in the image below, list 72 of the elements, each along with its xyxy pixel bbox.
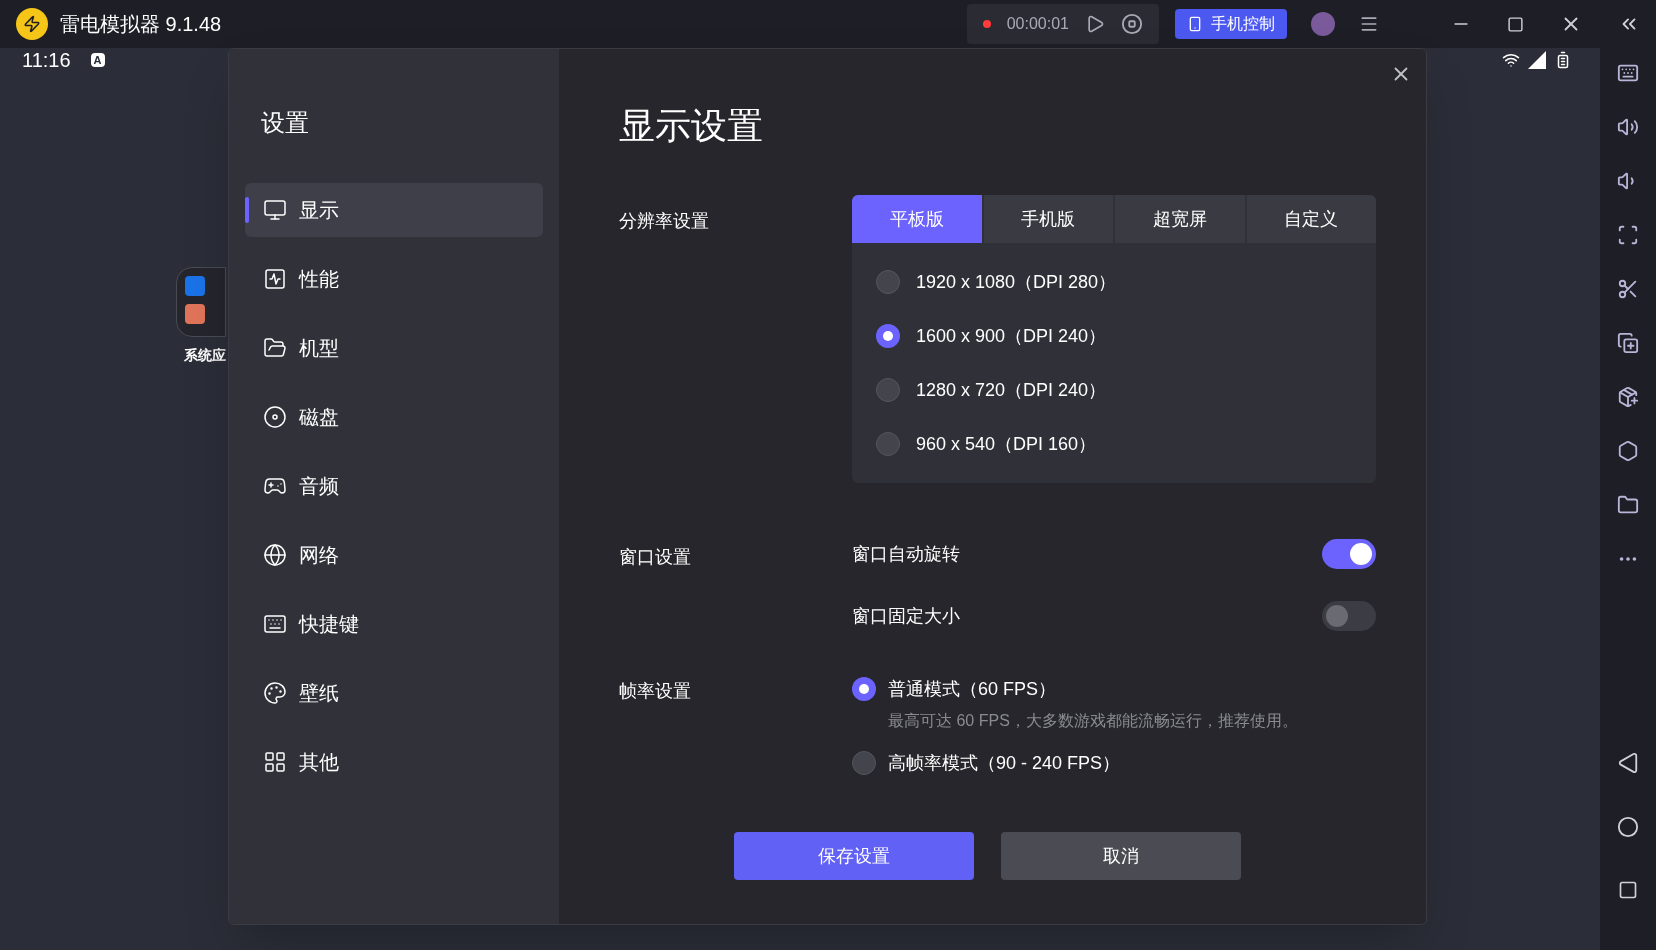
- resolution-option: 1920 x 1080（DPI 280）: [916, 268, 1117, 296]
- phone-icon: [1187, 16, 1203, 32]
- resolution-tab[interactable]: 超宽屏: [1115, 195, 1245, 243]
- status-time: 11:16: [22, 48, 71, 73]
- palette-icon: [263, 681, 287, 705]
- nav-item[interactable]: 显示: [245, 183, 543, 237]
- toggle-label: 窗口固定大小: [852, 605, 960, 628]
- recent-apps-icon[interactable]: [1618, 880, 1638, 900]
- monitor-icon: [263, 198, 287, 222]
- settings-title: 设置: [261, 108, 309, 138]
- nav-item[interactable]: 快捷键: [245, 597, 543, 651]
- logo-icon: [16, 8, 48, 40]
- input-indicator: A: [90, 53, 105, 67]
- radio-button[interactable]: [876, 432, 900, 456]
- nav-item[interactable]: 壁纸: [245, 666, 543, 720]
- keyboard-icon: [263, 612, 287, 636]
- speaker-loud-icon[interactable]: [1617, 116, 1639, 138]
- section-label: 帧率设置: [619, 680, 692, 703]
- scissors-icon[interactable]: [1617, 278, 1639, 300]
- radio-button[interactable]: [852, 751, 876, 775]
- resolution-tab[interactable]: 平板版: [852, 195, 982, 243]
- section-label: 窗口设置: [619, 546, 692, 569]
- toggle-label: 窗口自动旋转: [852, 543, 960, 566]
- menu-icon[interactable]: [1359, 14, 1379, 34]
- avatar[interactable]: [1311, 12, 1335, 36]
- cancel-button[interactable]: 取消: [1001, 832, 1241, 880]
- nav-item[interactable]: 机型: [245, 321, 543, 375]
- frame-icon[interactable]: [1617, 224, 1639, 246]
- add-window-icon[interactable]: [1617, 332, 1639, 354]
- stop-icon[interactable]: [1121, 13, 1143, 35]
- display-settings-title: 显示设置: [619, 104, 763, 148]
- activity-icon: [263, 267, 287, 291]
- nav-item[interactable]: 磁盘: [245, 390, 543, 444]
- resolution-option: 1600 x 900（DPI 240）: [916, 322, 1107, 350]
- nav-item[interactable]: 其他: [245, 735, 543, 789]
- folder-icon[interactable]: [1617, 494, 1639, 516]
- back-icon[interactable]: [1617, 752, 1639, 774]
- play-icon[interactable]: [1085, 14, 1105, 34]
- section-label: 分辨率设置: [619, 210, 710, 233]
- window-title: 雷电模拟器 9.1.48: [60, 12, 222, 37]
- frame-rate-option: 普通模式（60 FPS）: [888, 677, 1298, 701]
- app-folder[interactable]: [176, 267, 226, 337]
- wifi-icon: [1502, 51, 1520, 69]
- radio-button[interactable]: [852, 677, 876, 701]
- nav-item[interactable]: 网络: [245, 528, 543, 582]
- option-description: 最高可达 60 FPS，大多数游戏都能流畅运行，推荐使用。: [888, 711, 1298, 731]
- resolution-option: 960 x 540（DPI 160）: [916, 430, 1097, 458]
- radio-button[interactable]: [876, 378, 900, 402]
- keyboard-icon[interactable]: [1617, 62, 1639, 84]
- save-button[interactable]: 保存设置: [734, 832, 974, 880]
- recording-time: 00:00:01: [1006, 14, 1069, 34]
- toggle-switch[interactable]: [1322, 539, 1376, 569]
- disc-icon: [263, 405, 287, 429]
- folder-icon: [263, 336, 287, 360]
- frame-rate-option: 高帧率模式（90 - 240 FPS）: [888, 751, 1121, 775]
- nav-item[interactable]: 性能: [245, 252, 543, 306]
- nav-item[interactable]: 音频: [245, 459, 543, 513]
- home-icon[interactable]: [1617, 816, 1639, 838]
- toggle-switch[interactable]: [1322, 601, 1376, 631]
- phone-control-button[interactable]: 手机控制: [1175, 9, 1287, 39]
- maximize-icon[interactable]: [1507, 15, 1524, 33]
- folder-label: 系统应: [184, 346, 226, 365]
- hexagon-icon[interactable]: [1617, 440, 1639, 462]
- resolution-option: 1280 x 720（DPI 240）: [916, 376, 1107, 404]
- radio-button[interactable]: [876, 324, 900, 348]
- grid-icon: [263, 750, 287, 774]
- radio-button[interactable]: [876, 270, 900, 294]
- package-icon[interactable]: [1617, 386, 1639, 408]
- globe-icon: [263, 543, 287, 567]
- signal-icon: [1528, 51, 1546, 69]
- resolution-tab[interactable]: 手机版: [983, 195, 1113, 243]
- resolution-tab[interactable]: 自定义: [1246, 195, 1376, 243]
